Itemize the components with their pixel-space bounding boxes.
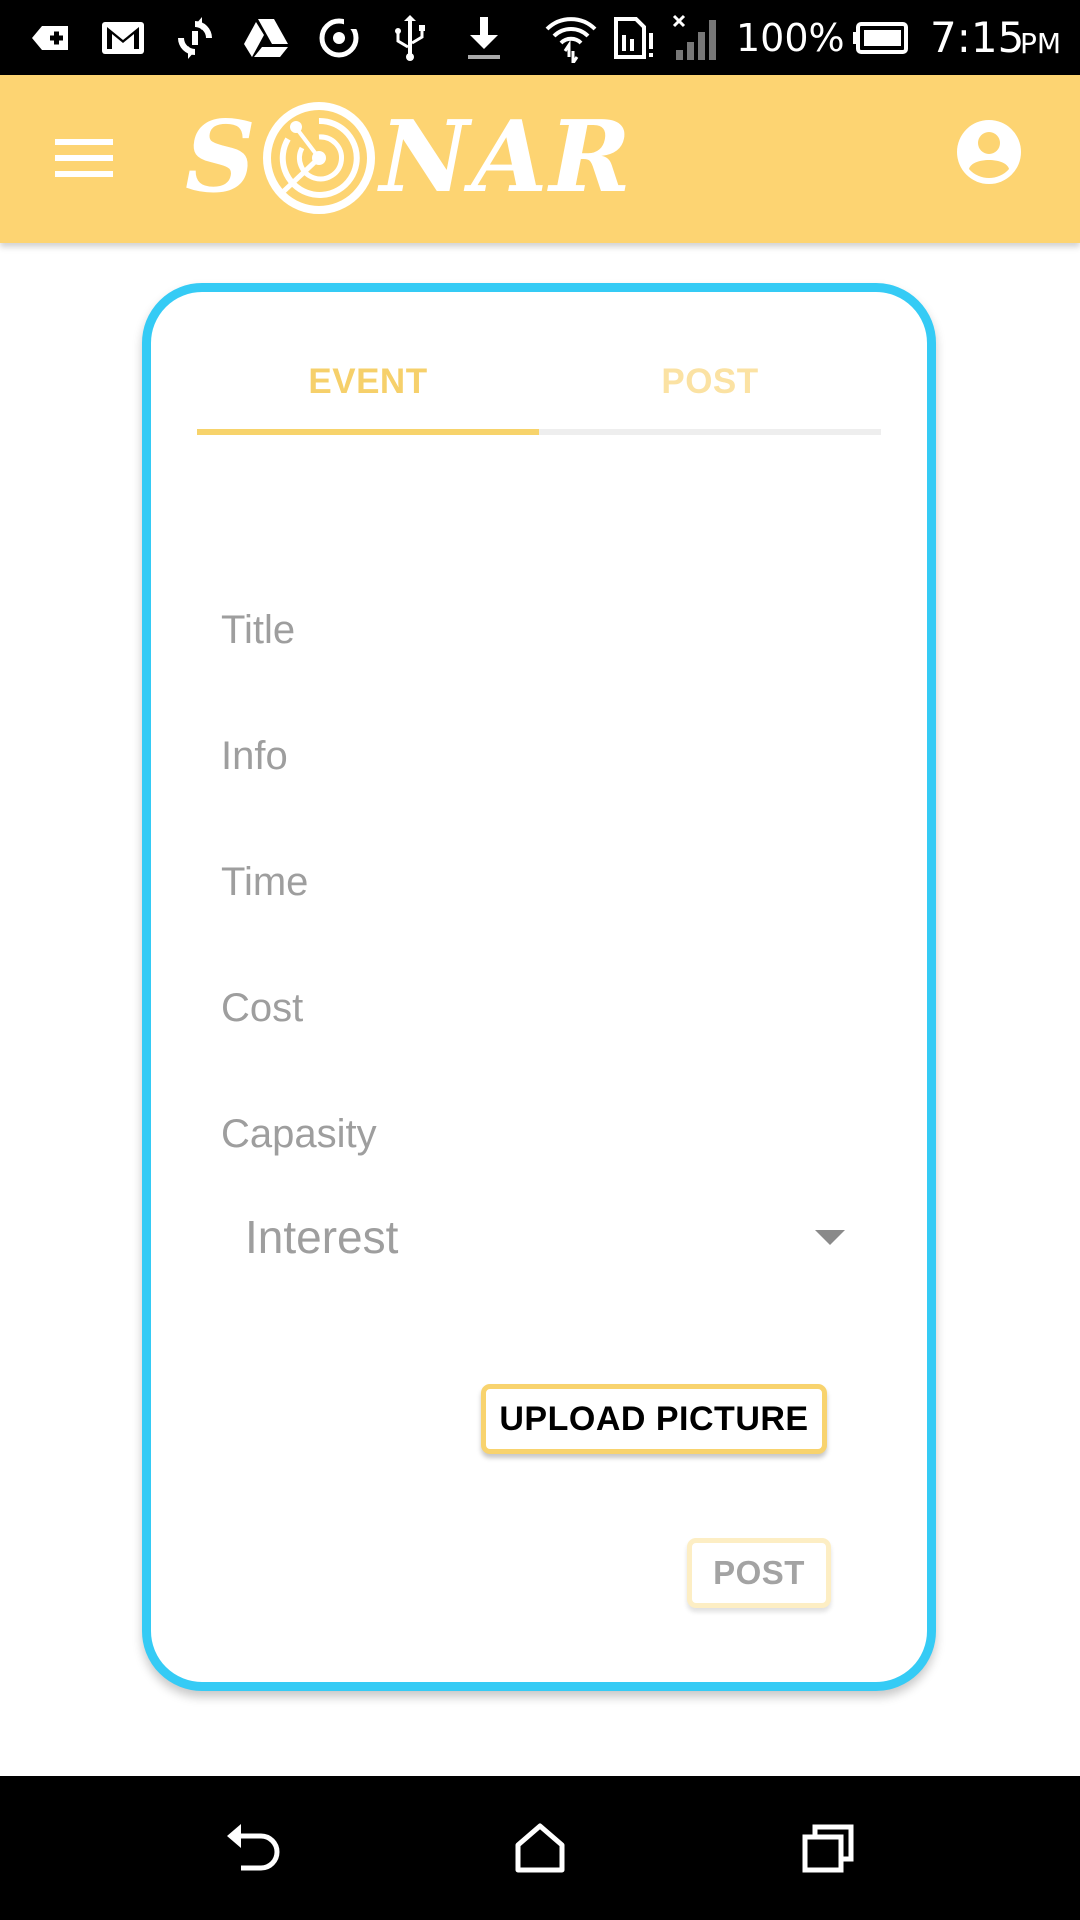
tab-indicator [197,429,539,435]
post-button[interactable]: POST [687,1538,831,1608]
home-button[interactable] [500,1808,580,1888]
logo-letter-s: S [185,100,258,215]
sim-icon [612,13,656,63]
add-box-icon [28,13,72,63]
drive-icon [242,13,290,63]
upload-picture-button[interactable]: UPLOAD PICTURE [481,1384,827,1454]
usb-icon [392,13,428,63]
account-circle-icon [957,120,1021,184]
back-icon [227,1824,280,1871]
app-bar: S NAR [0,75,1080,243]
account-button[interactable] [956,119,1032,195]
interest-select-value: Interest [245,1211,399,1263]
loading-circle-icon [316,13,362,63]
cost-input[interactable]: Cost [221,968,861,1048]
tab-event[interactable]: EVENT [197,332,539,432]
gmail-icon [100,13,146,63]
tab-post[interactable]: POST [539,332,881,432]
download-icon [464,13,504,63]
interest-select[interactable]: Interest [245,1192,845,1282]
wifi-icon [544,13,598,63]
sonar-logo: S NAR [185,93,633,223]
sync-icon [172,13,218,63]
create-card: EVENT POST Title Info Time Cost Capasity… [142,283,936,1691]
tab-bar: EVENT POST [197,332,881,442]
capacity-input[interactable]: Capasity [221,1094,861,1174]
recents-icon [802,1824,854,1873]
info-input[interactable]: Info [221,716,861,796]
time-input[interactable]: Time [221,842,861,922]
home-icon [515,1823,565,1873]
back-button[interactable] [213,1808,293,1888]
status-bar: 100% 7:15 PM [0,0,1080,75]
dropdown-caret-icon [815,1229,845,1245]
battery-icon [852,13,910,63]
hamburger-menu-icon [55,139,113,177]
title-input[interactable]: Title [221,590,861,670]
clock-time: 7:15 [930,13,1025,62]
radar-logo-icon [262,102,375,214]
battery-percent: 100% [736,15,845,60]
signal-icon [670,13,722,63]
recents-button[interactable] [788,1808,868,1888]
system-nav-bar [0,1776,1080,1920]
clock-ampm: PM [1020,27,1062,60]
menu-button[interactable] [40,118,130,198]
logo-letters-nar: NAR [379,100,633,215]
